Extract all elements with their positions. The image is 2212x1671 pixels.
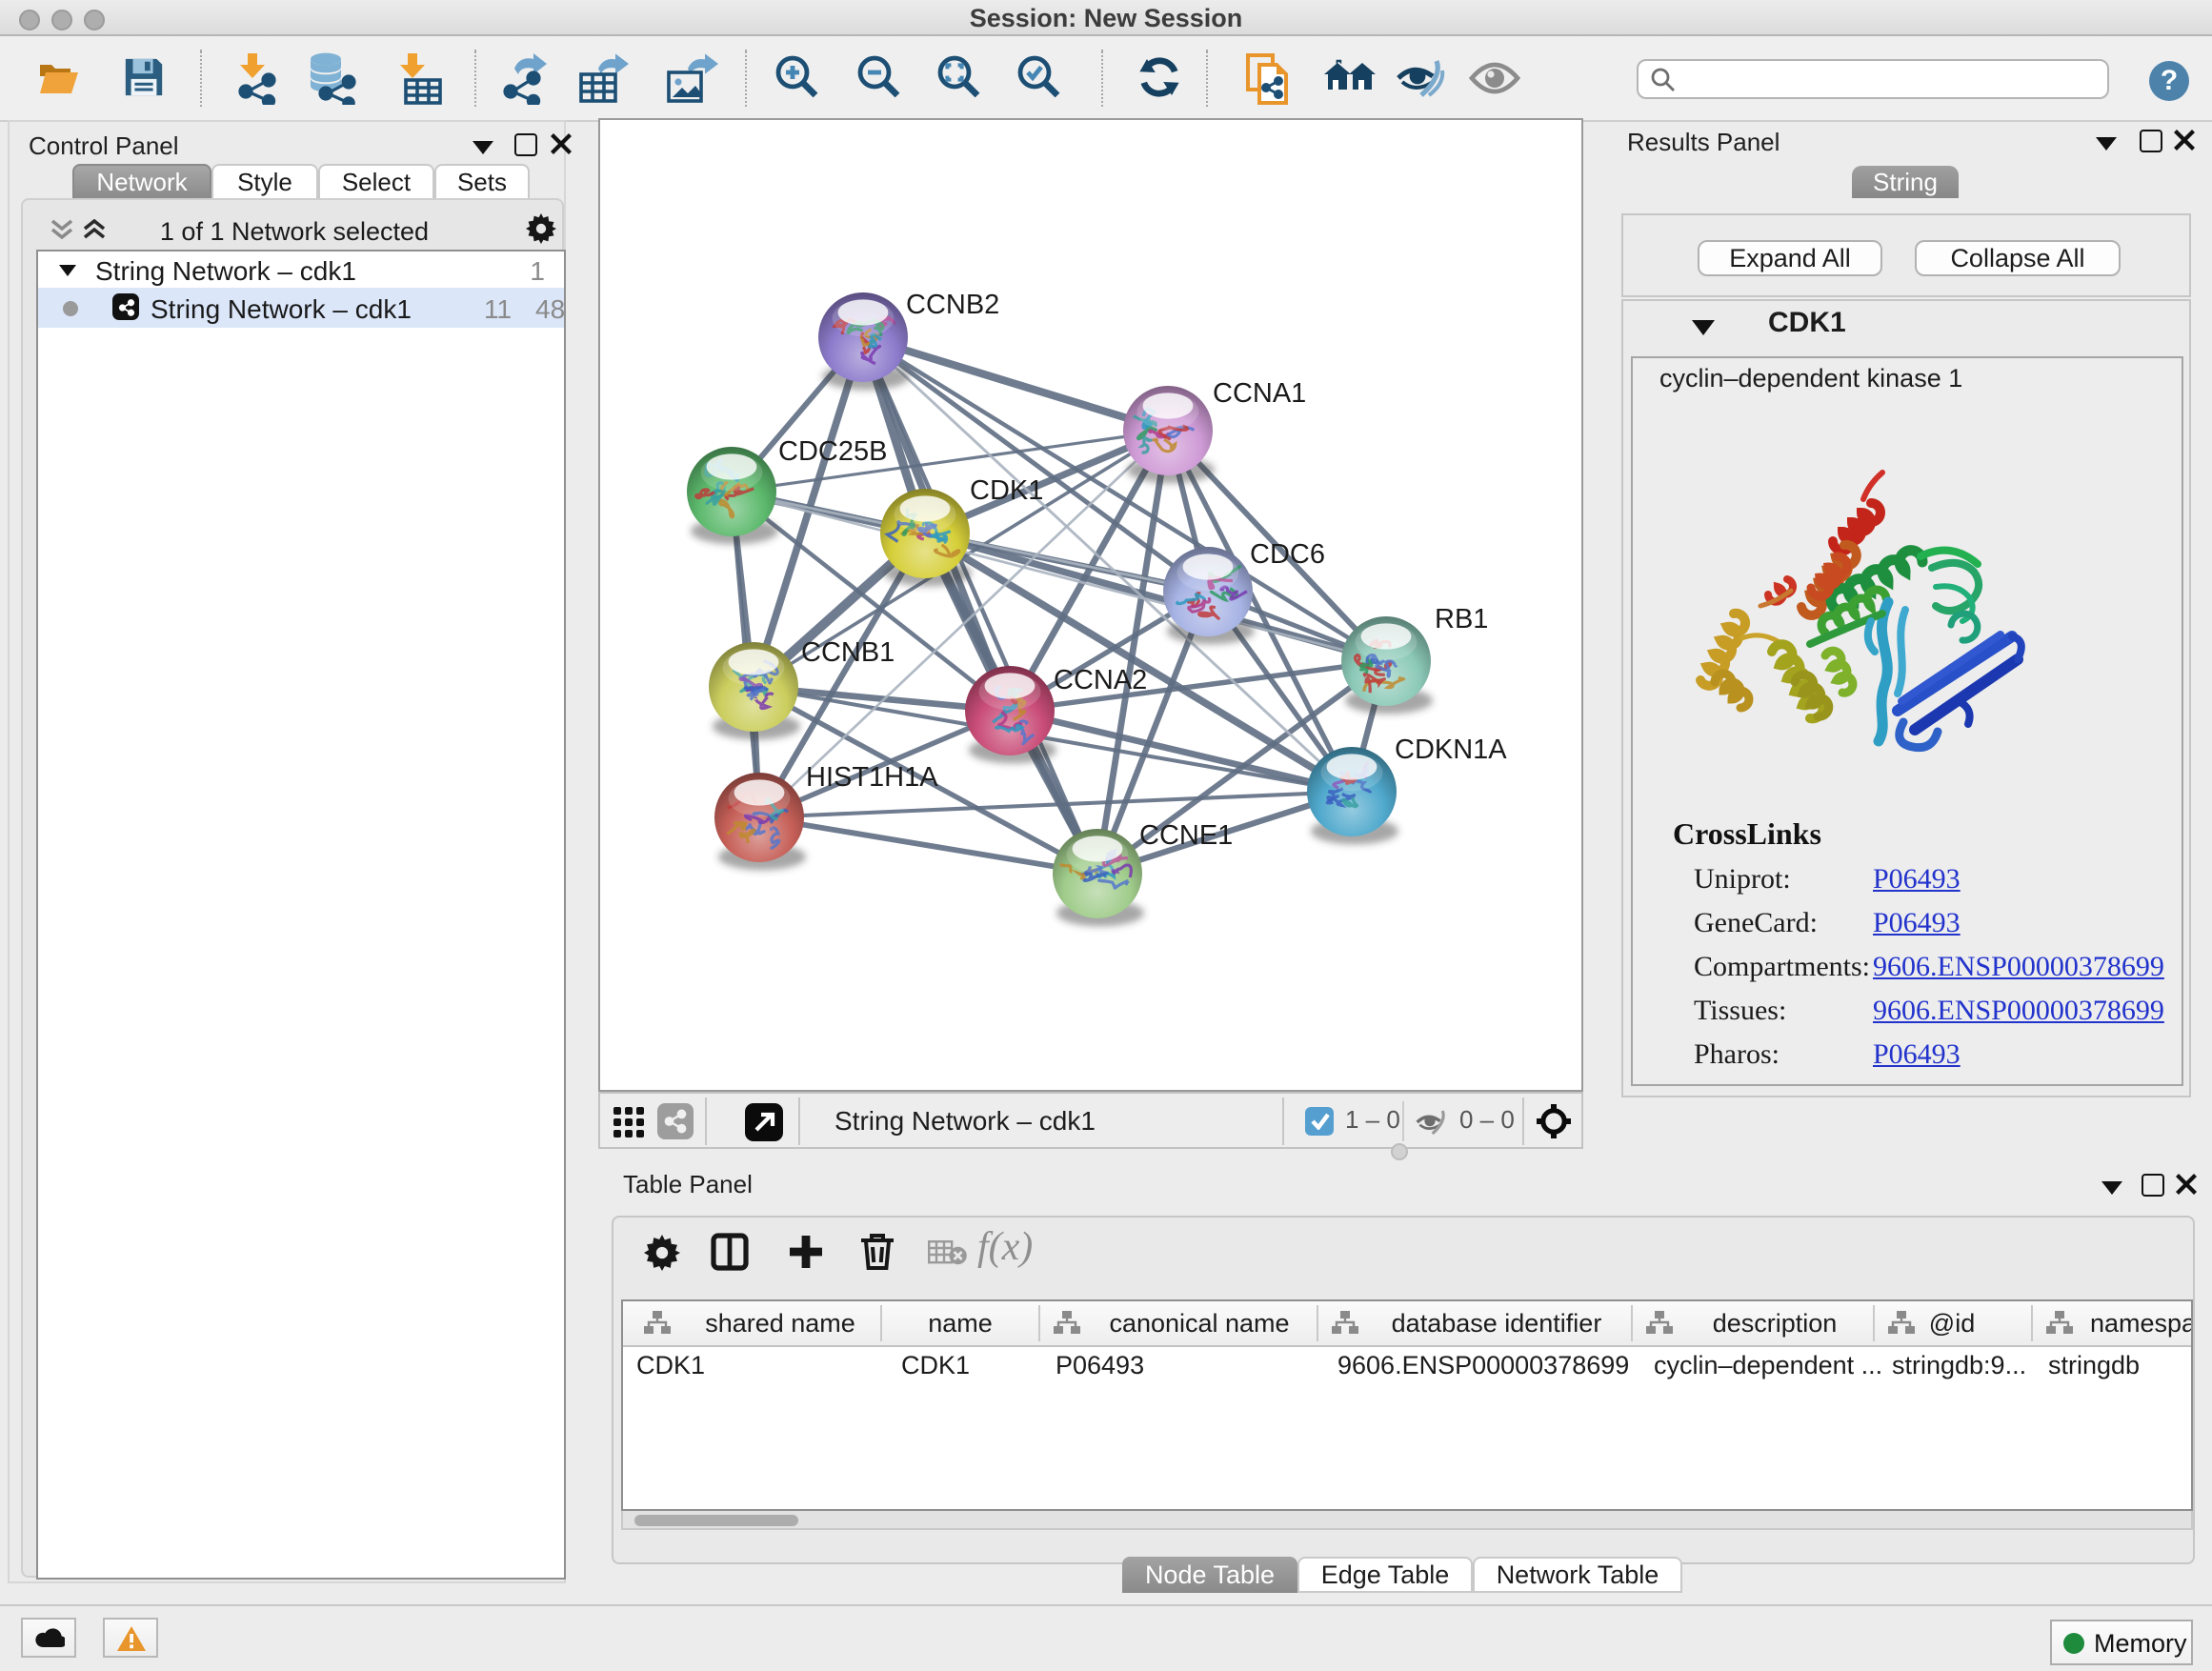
svg-text:RB1: RB1 (1435, 604, 1488, 634)
svg-text:CDKN1A: CDKN1A (1395, 735, 1507, 765)
svg-text:CCNB1: CCNB1 (801, 637, 895, 668)
svg-text:CCNA1: CCNA1 (1213, 378, 1306, 409)
svg-text:CDC25B: CDC25B (778, 436, 887, 467)
svg-text:CDC6: CDC6 (1250, 539, 1325, 570)
svg-text:CCNB2: CCNB2 (906, 290, 999, 320)
svg-text:CCNE1: CCNE1 (1139, 820, 1233, 851)
svg-text:HIST1H1A: HIST1H1A (806, 762, 938, 793)
svg-text:CDK1: CDK1 (970, 475, 1043, 506)
svg-text:CCNA2: CCNA2 (1054, 665, 1147, 695)
